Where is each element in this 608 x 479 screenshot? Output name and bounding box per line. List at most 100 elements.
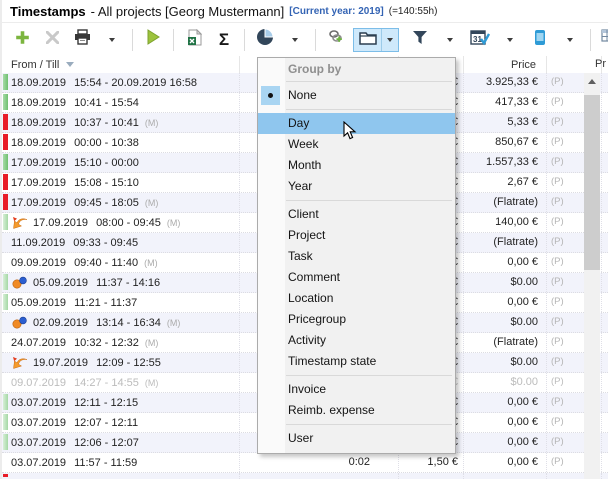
from-till-cell: 19.07.2019 12:09 - 12:55: [2, 353, 240, 372]
status-bar: [3, 134, 8, 150]
excel-export-icon: [187, 29, 202, 51]
price-cell: (Flatrate): [464, 233, 547, 252]
from-till-cell: 18.09.2019 15:54 - 20.09.2019 16:58: [2, 73, 240, 92]
menu-item-year[interactable]: Year: [258, 176, 455, 197]
filter-funnel-icon: [412, 30, 428, 50]
menu-item-activity[interactable]: Activity: [258, 330, 455, 351]
add-timestamp-button[interactable]: [7, 27, 37, 53]
price-cell: 0,00 €: [464, 293, 547, 312]
column-header-flag[interactable]: [547, 56, 602, 73]
menu-item-none[interactable]: None: [258, 85, 455, 106]
manual-marker: (M): [167, 314, 181, 332]
price-cell: 0,00 €: [464, 433, 547, 452]
delete-timestamp-button[interactable]: [37, 27, 67, 53]
column-header-from-till[interactable]: From / Till: [2, 56, 240, 73]
menu-separator: [286, 109, 452, 110]
manual-marker: (M): [167, 214, 181, 232]
timestamp-time: 15:10 - 00:00: [74, 154, 139, 172]
menu-item-user[interactable]: User: [258, 428, 455, 449]
price-cell: [464, 473, 547, 479]
from-till-cell: 03.07.2019 12:07 - 12:11: [2, 413, 240, 432]
timestamp-time: 08:00 - 09:45: [96, 214, 161, 232]
title-subtitle: - All projects [Georg Mustermann]: [91, 4, 285, 19]
status-bar: [3, 294, 8, 310]
status-bar: [3, 354, 8, 370]
timestamp-date: 19.07.2019: [33, 354, 88, 372]
mobile-phone-icon: [534, 29, 546, 51]
timestamp-date: 18.09.2019: [11, 94, 66, 112]
menu-item-reimb-expense[interactable]: Reimb. expense: [258, 400, 455, 421]
timestamps-window: Timestamps - All projects [Georg Musterm…: [0, 0, 608, 479]
filter-button[interactable]: [405, 27, 435, 53]
price-cell: $0.00: [464, 273, 547, 292]
status-bar: [3, 394, 8, 410]
from-till-cell: 03.07.2019 11:57 - 11:59: [2, 453, 240, 472]
menu-item-task[interactable]: Task: [258, 246, 455, 267]
menu-item-timestamp-state[interactable]: Timestamp state: [258, 351, 455, 372]
from-till-cell: 18.09.2019 10:41 - 15:54: [2, 93, 240, 112]
status-bar: [3, 194, 8, 210]
status-bar: [3, 454, 8, 470]
table-save-icon: [601, 29, 608, 51]
excel-export-button[interactable]: [179, 27, 209, 53]
timestamp-time: 11:21 - 11:37: [74, 294, 137, 312]
scrollbar-thumb[interactable]: [584, 95, 600, 270]
status-bar: [3, 254, 8, 270]
menu-item-comment[interactable]: Comment: [258, 267, 455, 288]
toolbar-separator: [173, 29, 174, 51]
table-row[interactable]: 03.07.2019 11:57 - 11:59 0:02 1,50 € 0,0…: [2, 453, 608, 473]
chart-dropdown-button[interactable]: [280, 27, 310, 53]
price-cell: $0.00: [464, 373, 547, 392]
timestamp-time: 10:41 - 15:54: [74, 94, 139, 112]
status-bar: [3, 374, 8, 390]
from-till-cell: 09.07.2019 14:27 - 14:55 (M): [2, 373, 240, 392]
from-till-cell: 09.09.2019 09:40 - 11:40 (M): [2, 253, 240, 272]
from-till-cell: 11.09.2019 09:33 - 09:45: [2, 233, 240, 252]
status-bar: [3, 214, 8, 230]
timestamp-date: 17.09.2019: [33, 214, 88, 232]
price-cell: (Flatrate): [464, 193, 547, 212]
calendar-dropdown-button[interactable]: [495, 27, 525, 53]
timestamp-time: 12:06 - 12:07: [74, 434, 139, 452]
column-header-label: Price: [511, 59, 536, 71]
chevron-down-icon: [387, 38, 393, 42]
table-row-partial[interactable]: [2, 473, 608, 479]
price-cell: 0,00 €: [464, 253, 547, 272]
internal-cell: [399, 473, 464, 479]
menu-item-project[interactable]: Project: [258, 225, 455, 246]
mobile-button[interactable]: [525, 27, 555, 53]
delete-icon: [46, 31, 59, 49]
menu-item-client[interactable]: Client: [258, 204, 455, 225]
menu-item-pricegroup[interactable]: Pricegroup: [258, 309, 455, 330]
sum-button[interactable]: Σ: [209, 27, 239, 53]
table-layout-button[interactable]: [596, 27, 608, 53]
mouse-cursor: [343, 121, 357, 147]
group-by-dropdown-button[interactable]: [381, 29, 398, 51]
status-bar: [3, 274, 8, 290]
menu-item-month[interactable]: Month: [258, 155, 455, 176]
column-header-price[interactable]: Price: [464, 56, 547, 73]
menu-header: Group by: [258, 61, 455, 78]
print-dropdown-button[interactable]: [97, 27, 127, 53]
price-cell: 417,33 €: [464, 93, 547, 112]
status-bar: [3, 114, 8, 130]
start-timer-button[interactable]: [138, 27, 168, 53]
link-add-button[interactable]: [321, 27, 351, 53]
timestamp-time: 10:37 - 10:41: [74, 114, 139, 132]
status-bar: [3, 334, 8, 350]
menu-item-invoice[interactable]: Invoice: [258, 379, 455, 400]
chart-button[interactable]: [250, 27, 280, 53]
printer-icon: [74, 29, 91, 50]
status-bar: [3, 74, 8, 90]
group-by-button[interactable]: [354, 29, 381, 51]
print-button[interactable]: [67, 27, 97, 53]
price-cell: (Flatrate): [464, 333, 547, 352]
vertical-scrollbar[interactable]: [584, 73, 600, 479]
mobile-dropdown-button[interactable]: [555, 27, 585, 53]
timestamp-date: 17.09.2019: [11, 154, 66, 172]
filter-dropdown-button[interactable]: [435, 27, 465, 53]
column-header-label: From / Till: [11, 59, 59, 71]
calendar-button[interactable]: 31: [465, 27, 495, 53]
menu-item-location[interactable]: Location: [258, 288, 455, 309]
scroll-up-button[interactable]: [584, 73, 600, 90]
